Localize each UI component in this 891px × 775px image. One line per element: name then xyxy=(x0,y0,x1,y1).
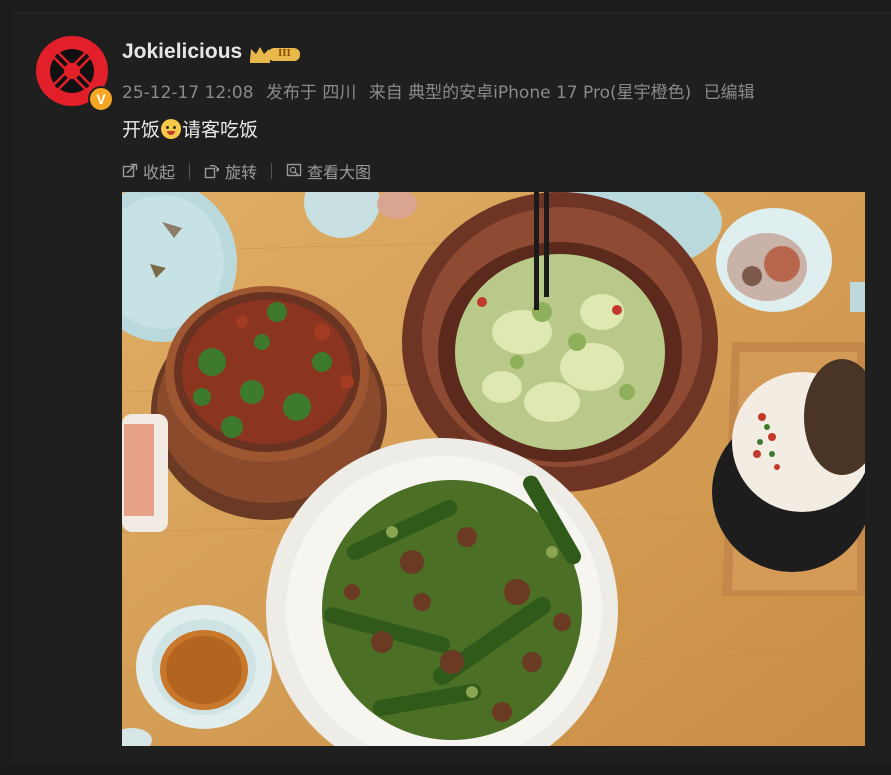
username[interactable]: Jokielicious xyxy=(122,40,242,64)
view-large-button[interactable]: 查看大图 xyxy=(286,159,371,183)
collapse-button[interactable]: 收起 xyxy=(122,159,175,183)
verified-badge: V xyxy=(88,86,114,112)
bottom-strip xyxy=(0,764,891,775)
rank-label: III xyxy=(278,47,291,59)
post-source: 来自 典型的安卓iPhone 17 Pro(星宇橙色) xyxy=(368,83,692,103)
rotate-button[interactable]: 旋转 xyxy=(204,159,257,183)
image-toolbar: 收起 旋转 查看大图 xyxy=(122,159,371,183)
rotate-icon xyxy=(204,164,220,179)
post-meta: 25-12-17 12:08 发布于 四川 来自 典型的安卓iPhone 17 … xyxy=(122,78,762,103)
food-photo-illustration xyxy=(122,192,865,746)
post-text-before: 开饭 xyxy=(122,119,161,141)
post-text-after: 请客吃饭 xyxy=(182,119,259,141)
toolbar-divider xyxy=(189,163,191,179)
collapse-icon xyxy=(122,163,138,178)
zoom-image-icon xyxy=(286,163,302,177)
grin-sweat-emoji-icon xyxy=(161,118,182,139)
post-edited[interactable]: 已编辑 xyxy=(704,83,755,103)
rank-crown-badge: III xyxy=(248,44,302,64)
rotate-label: 旋转 xyxy=(225,163,258,182)
toolbar-divider xyxy=(271,163,273,179)
post-text: 开饭 请客吃饭 xyxy=(122,115,258,142)
collapse-label: 收起 xyxy=(143,163,176,182)
post-date[interactable]: 25-12-17 12:08 xyxy=(122,83,254,103)
post-location: 发布于 四川 xyxy=(265,83,357,103)
view-large-label: 查看大图 xyxy=(307,163,372,182)
post-photo[interactable] xyxy=(122,192,865,746)
